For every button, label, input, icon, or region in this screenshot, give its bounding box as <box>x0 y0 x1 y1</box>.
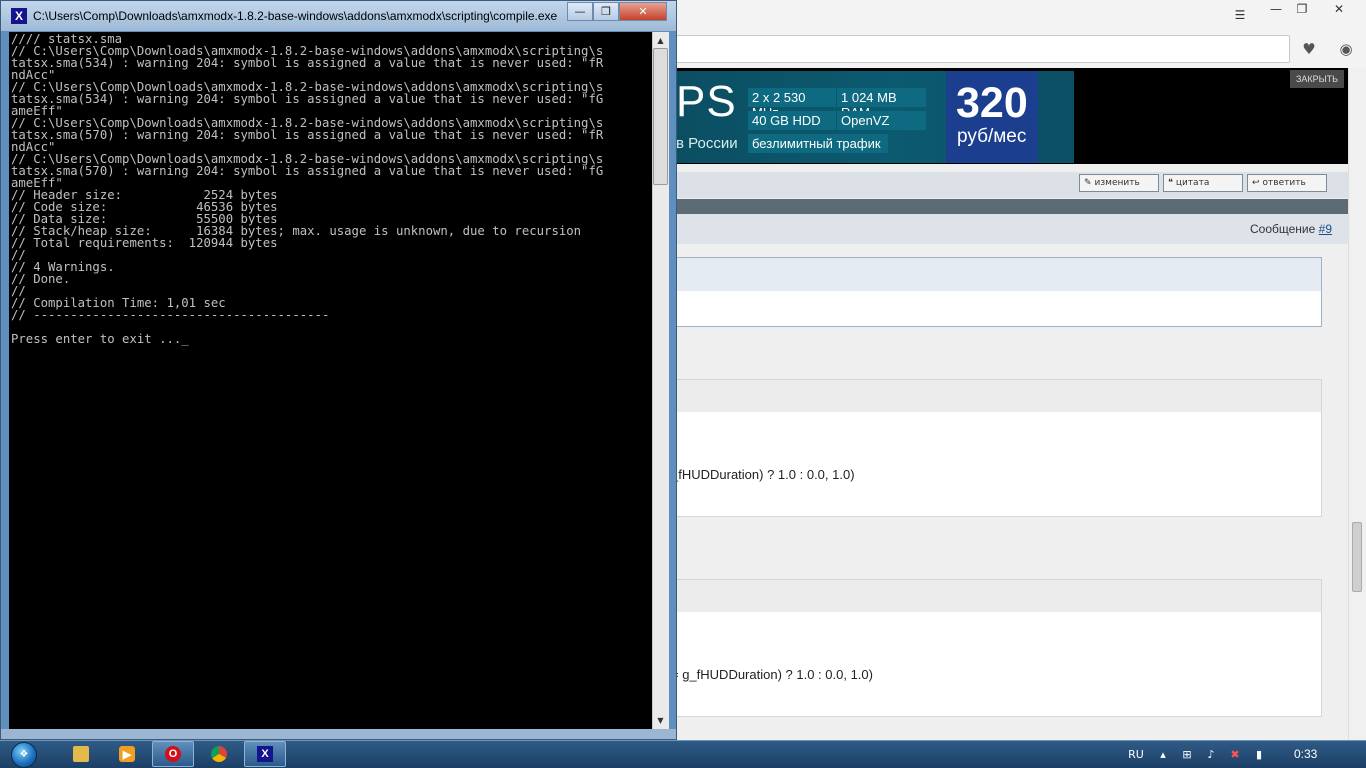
ad-ram-spec: 1 024 MB RAM <box>837 88 926 120</box>
media-player-icon: ▶ <box>119 746 135 762</box>
message-number-link[interactable]: #9 <box>1319 222 1332 236</box>
console-line: tatsx.sma(534) : warning 204: symbol is … <box>11 56 604 70</box>
browser-maximize-button[interactable]: ❐ <box>1288 0 1316 18</box>
network-error-icon[interactable]: ✖ <box>1226 744 1244 764</box>
ad-band: PS в России 2 x 2 530 MHz 1 024 MB RAM 4… <box>676 68 1348 164</box>
edit-label: изменить <box>1094 178 1140 188</box>
message-number-label: Сообщение #9 <box>1250 222 1332 236</box>
edit-post-button[interactable]: ✎ изменить <box>1079 174 1159 192</box>
console-frame-bottom <box>1 729 676 739</box>
console-line: tatsx.sma(570) : warning 204: symbol is … <box>11 164 604 178</box>
action-center-icon[interactable]: ⊞ <box>1178 744 1196 764</box>
ad-close-button[interactable]: ЗАКРЫТЬ <box>1290 70 1344 88</box>
clock[interactable]: 0:33 <box>1294 747 1317 761</box>
browser-minimize-button[interactable]: — <box>1262 0 1290 18</box>
page-scrollbar-thumb[interactable] <box>1352 522 1362 592</box>
console-minimize-button[interactable]: — <box>567 2 593 21</box>
tray-expand-icon[interactable]: ▴ <box>1156 744 1170 764</box>
edit-icon: ✎ <box>1084 178 1092 188</box>
reply-post-button[interactable]: ↩ ответить <box>1247 174 1327 192</box>
address-bar[interactable] <box>676 35 1290 63</box>
favorites-heart-icon[interactable]: ♥ <box>1297 38 1321 60</box>
code-block-2: = g_fHUDDuration) ? 1.0 : 0.0, 1.0) <box>676 579 1322 717</box>
console-line: tatsx.sma(534) : warning 204: symbol is … <box>11 92 604 106</box>
profile-icon[interactable]: ◉ <box>1334 38 1358 60</box>
console-line: // -------------------------------------… <box>11 308 330 322</box>
ad-traffic-spec: безлимитный трафик <box>748 134 888 153</box>
code-block-2-header <box>677 580 1321 612</box>
quote-box <box>676 257 1322 327</box>
taskbar-opera[interactable]: O <box>152 741 194 767</box>
windows-logo-icon: ❖ <box>11 741 37 768</box>
message-prefix: Сообщение <box>1249 222 1316 236</box>
browser-menu-icon[interactable]: ☰ <box>1226 6 1254 24</box>
ad-russia-text: в России <box>676 135 738 152</box>
console-output[interactable]: //// statsx.sma// C:\Users\Comp\Download… <box>9 32 652 729</box>
ad-hdd-spec: 40 GB HDD <box>748 111 836 130</box>
forum-page: PS в России 2 x 2 530 MHz 1 024 MB RAM 4… <box>676 68 1348 740</box>
reply-icon: ↩ <box>1252 178 1260 188</box>
console-line: // Total requirements: 120944 bytes <box>11 236 278 250</box>
ad-period: руб/мес <box>957 126 1027 147</box>
console-text: //// statsx.sma// C:\Users\Comp\Download… <box>11 33 652 345</box>
console-scroll-thumb[interactable] <box>653 48 668 185</box>
page-scrollbar[interactable] <box>1348 68 1366 740</box>
opera-icon: O <box>165 746 181 762</box>
console-line: // 4 Warnings. <box>11 260 115 274</box>
signal-icon[interactable]: ▮ <box>1250 744 1268 764</box>
code-block-2-line: = g_fHUDDuration) ? 1.0 : 0.0, 1.0) <box>676 667 873 682</box>
console-line: Press enter to exit ..._ <box>11 332 189 346</box>
code-block-1-header <box>677 380 1321 412</box>
quote-post-button[interactable]: ❝ цитата <box>1163 174 1243 192</box>
taskbar-media-player[interactable]: ▶ <box>106 741 148 767</box>
console-scroll-down-icon[interactable]: ▼ <box>653 713 668 728</box>
console-scroll-up-icon[interactable]: ▲ <box>653 33 668 48</box>
console-title: C:\Users\Comp\Downloads\amxmodx-1.8.2-ba… <box>33 9 558 23</box>
quote-header <box>677 258 1321 291</box>
taskbar-compile[interactable]: X <box>244 741 286 767</box>
console-line: // Done. <box>11 272 71 286</box>
volume-icon[interactable]: ♪ <box>1202 744 1220 764</box>
start-button[interactable]: ❖ <box>4 741 44 768</box>
console-window: X C:\Users\Comp\Downloads\amxmodx-1.8.2-… <box>0 0 677 740</box>
taskbar-explorer[interactable] <box>60 741 102 767</box>
quote-icon: ❝ <box>1168 178 1173 188</box>
console-title-bar[interactable]: X C:\Users\Comp\Downloads\amxmodx-1.8.2-… <box>1 1 676 31</box>
reply-label: ответить <box>1262 178 1306 188</box>
console-maximize-button[interactable]: ❐ <box>593 2 619 21</box>
chrome-icon <box>211 746 227 762</box>
code-block-1: _fHUDDuration) ? 1.0 : 0.0, 1.0) <box>676 379 1322 517</box>
console-close-button[interactable]: ✕ <box>619 2 667 21</box>
compile-icon: X <box>257 746 273 762</box>
ad-vps-text: PS <box>676 77 737 126</box>
ad-cpu-spec: 2 x 2 530 MHz <box>748 88 836 120</box>
folder-icon <box>73 746 89 762</box>
code-block-1-line: _fHUDDuration) ? 1.0 : 0.0, 1.0) <box>676 467 855 482</box>
ad-virt-spec: OpenVZ <box>837 111 926 130</box>
taskbar-chrome[interactable] <box>198 741 240 767</box>
console-line: tatsx.sma(570) : warning 204: symbol is … <box>11 128 604 142</box>
console-app-icon: X <box>11 8 27 24</box>
post-meta-bar <box>676 214 1348 244</box>
quote-label: цитата <box>1175 178 1210 188</box>
browser-close-button[interactable]: ✕ <box>1316 0 1362 18</box>
ad-price: 320 <box>956 79 1028 127</box>
post-divider <box>676 199 1348 214</box>
language-indicator[interactable]: RU <box>1126 744 1146 764</box>
